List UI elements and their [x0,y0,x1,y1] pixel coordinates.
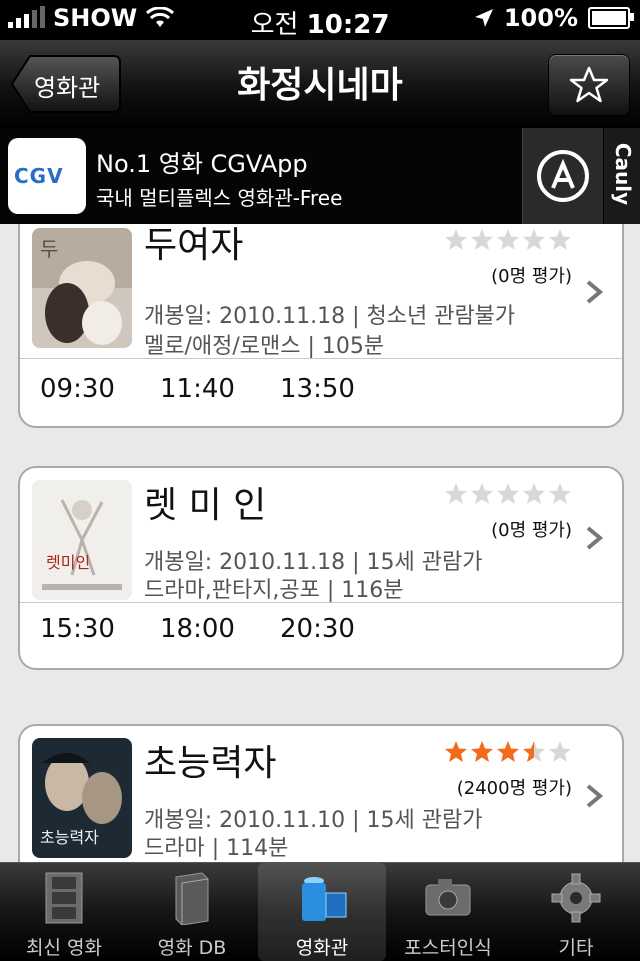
showtimes: 15:30 18:00 20:30 [40,614,400,644]
star-icon [549,483,571,504]
rating-count: (2400명 평가) [456,778,572,799]
star-icon [523,741,545,762]
star-icon [497,229,519,250]
favorite-button[interactable] [548,54,630,116]
camera-icon [425,879,471,916]
tab-cinema[interactable]: 영화관 [258,863,386,961]
location-arrow-icon [474,9,493,27]
showtime[interactable]: 15:30 [40,614,160,644]
tab-etc[interactable]: 기타 [512,863,640,961]
app-store-button[interactable] [522,128,603,224]
tab-latest-movies[interactable]: 최신 영화 [0,863,128,961]
cauly-brand: Cauly [604,128,640,224]
navigation-bar: 영화관 화정시네마 [0,40,640,129]
movie-poster: 초능력자 [32,738,132,858]
time-label: 10:27 [306,10,390,40]
movie-title: 두여자 [144,225,244,266]
cinema-icon [302,877,347,921]
card-divider [20,602,622,603]
showtimes: 09:30 11:40 13:50 [40,374,400,404]
movie-genre-info: 멜로/애정/로맨스 | 105분 [144,334,385,359]
tab-bar: 최신 영화 영화 DB 영화관 포스터인식 기타 [0,862,640,961]
film-strip-icon [45,872,83,924]
movie-genre-info: 드라마 | 114분 [144,836,289,861]
page-title: 화정시네마 [237,65,403,106]
star-icon [523,229,545,250]
battery-percent: 100% [503,4,578,32]
tab-label: 기타 [558,937,594,959]
star-icon [471,229,493,250]
back-button-label: 영화관 [34,74,101,102]
movie-poster: 두 [32,228,132,348]
battery-icon [588,7,634,29]
rating-stars [444,482,572,506]
star-icon [497,483,519,504]
chevron-right-icon[interactable] [584,782,604,810]
app-store-icon [537,150,589,202]
star-icon [445,229,467,250]
movie-title: 렛 미 인 [144,485,267,526]
status-right: 100% [474,4,634,32]
svg-text:두: 두 [40,237,58,261]
star-icon [549,741,571,762]
tab-label: 영화 DB [157,937,227,959]
movie-genre-info: 드라마,판타지,공포 | 116분 [144,578,404,603]
movie-card[interactable]: 초능력자 초능력자 (2400명 평가) 개봉일: 2010.11.10 | 1… [18,724,624,862]
star-icon [497,741,519,762]
showtime[interactable]: 18:00 [160,614,280,644]
showtime[interactable]: 20:30 [280,614,400,644]
tab-movie-db[interactable]: 영화 DB [128,863,256,961]
showtime[interactable]: 11:40 [160,374,280,404]
star-icon [445,741,467,762]
chevron-right-icon[interactable] [584,278,604,306]
tab-label: 최신 영화 [26,937,102,959]
ad-banner[interactable]: CGV No.1 영화 CGVApp 국내 멀티플렉스 영화관-Free Cau… [0,128,640,224]
tab-poster-recognition[interactable]: 포스터인식 [384,863,512,961]
tab-label: 포스터인식 [404,937,492,959]
star-outline-icon [569,66,609,103]
movie-card[interactable]: 렛미인 렛 미 인 (0명 평가) 개봉일: 2010.11.18 | 15세 … [18,466,624,670]
tab-label: 영화관 [295,937,349,959]
cauly-label: Cauly [611,142,635,206]
star-icon [471,741,493,762]
showtime[interactable]: 09:30 [40,374,160,404]
star-icon [549,229,571,250]
svg-text:초능력자: 초능력자 [40,828,99,847]
star-icon [445,483,467,504]
ad-subline: 국내 멀티플렉스 영화관-Free [96,186,343,210]
time-prefix: 오전 [250,10,299,40]
star-icon [471,483,493,504]
gear-icon [551,873,601,923]
cgv-logo-text: CGV [14,164,64,188]
star-icon [523,483,545,504]
movie-release-info: 개봉일: 2010.11.18 | 청소년 관람불가 [144,304,516,329]
back-button[interactable]: 영화관 [10,54,122,114]
rating-stars [444,228,572,252]
card-divider [20,358,622,359]
book-icon [175,872,209,925]
ad-headline: No.1 영화 CGVApp [96,150,308,178]
chevron-right-icon[interactable] [584,524,604,552]
showtime[interactable]: 13:50 [280,374,400,404]
rating-count: (0명 평가) [491,520,572,541]
rating-stars [444,740,572,764]
status-bar: SHOW 오전 10:27 100% [0,0,640,40]
movie-list[interactable]: 두 두여자 (0명 평가) 개봉일: 2010.11.18 | 청소년 관람불가… [0,224,640,862]
movie-poster: 렛미인 [32,480,132,600]
cgv-logo: CGV [8,138,86,214]
svg-text:렛미인: 렛미인 [46,553,90,572]
rating-count: (0명 평가) [491,266,572,287]
movie-card[interactable]: 두 두여자 (0명 평가) 개봉일: 2010.11.18 | 청소년 관람불가… [18,224,624,428]
movie-title: 초능력자 [144,743,277,784]
